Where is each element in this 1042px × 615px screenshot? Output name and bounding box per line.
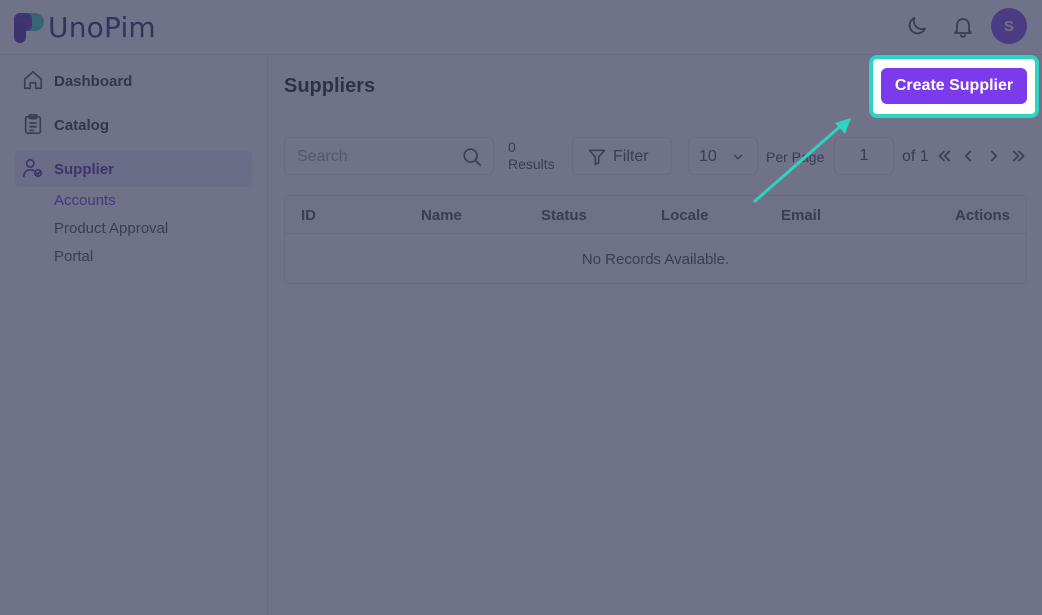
unopim-logo[interactable]: UnoPim [14,11,156,44]
sidebar: Dashboard Catalog Supplier Accounts Prod… [0,55,268,615]
sidebar-item-label: Catalog [54,117,110,134]
page-total-label: of 1 [902,148,929,165]
sidebar-item-dashboard[interactable]: Dashboard [14,63,252,99]
last-page-icon[interactable] [1010,147,1028,165]
logo-mark-icon [14,12,44,43]
pointer-arrow-icon [753,118,851,203]
sidebar-item-catalog[interactable]: Catalog [14,107,252,143]
sidebar-item-label: Supplier [54,161,115,178]
chevron-down-icon [733,154,743,160]
column-header-name[interactable]: Name [421,207,462,224]
column-header-locale[interactable]: Locale [661,207,709,224]
next-page-icon[interactable] [985,147,1003,165]
sidebar-subitem-product-approval[interactable]: Product Approval [54,220,168,237]
results-number: 0 [508,139,516,155]
moon-icon[interactable] [905,14,929,38]
user-settings-icon [23,158,43,178]
search-box [284,137,494,175]
results-label: Results [508,156,555,172]
create-supplier-button[interactable]: Create Supplier [881,68,1027,104]
sidebar-subitem-accounts[interactable]: Accounts [54,192,116,209]
filter-button[interactable]: Filter [572,137,672,175]
sidebar-subitem-portal[interactable]: Portal [54,248,93,265]
previous-page-icon[interactable] [959,147,977,165]
sidebar-item-supplier[interactable]: Supplier [14,151,252,187]
page-title: Suppliers [284,75,376,97]
column-header-actions: Actions [954,207,1010,224]
empty-state-message: No Records Available. [581,251,730,268]
logo-text: UnoPim [48,11,156,44]
search-input[interactable] [297,146,447,168]
first-page-icon[interactable] [935,147,953,165]
column-header-status[interactable]: Status [541,207,587,224]
home-icon [23,70,43,90]
clipboard-icon [24,114,42,134]
suppliers-table: ID Name Status Locale Email Actions No R… [284,195,1027,284]
sidebar-item-label: Dashboard [54,73,133,90]
top-header: UnoPim S [0,0,1042,55]
table-header: ID Name Status Locale Email Actions [285,196,1026,234]
bell-icon[interactable] [951,14,975,38]
filter-icon [588,149,606,166]
column-header-id[interactable]: ID [301,207,316,224]
user-avatar[interactable]: S [991,8,1027,44]
search-icon[interactable] [461,146,483,168]
filter-label: Filter [613,148,649,165]
per-page-value: 10 [699,148,717,165]
results-count: 0 Results [508,139,555,173]
